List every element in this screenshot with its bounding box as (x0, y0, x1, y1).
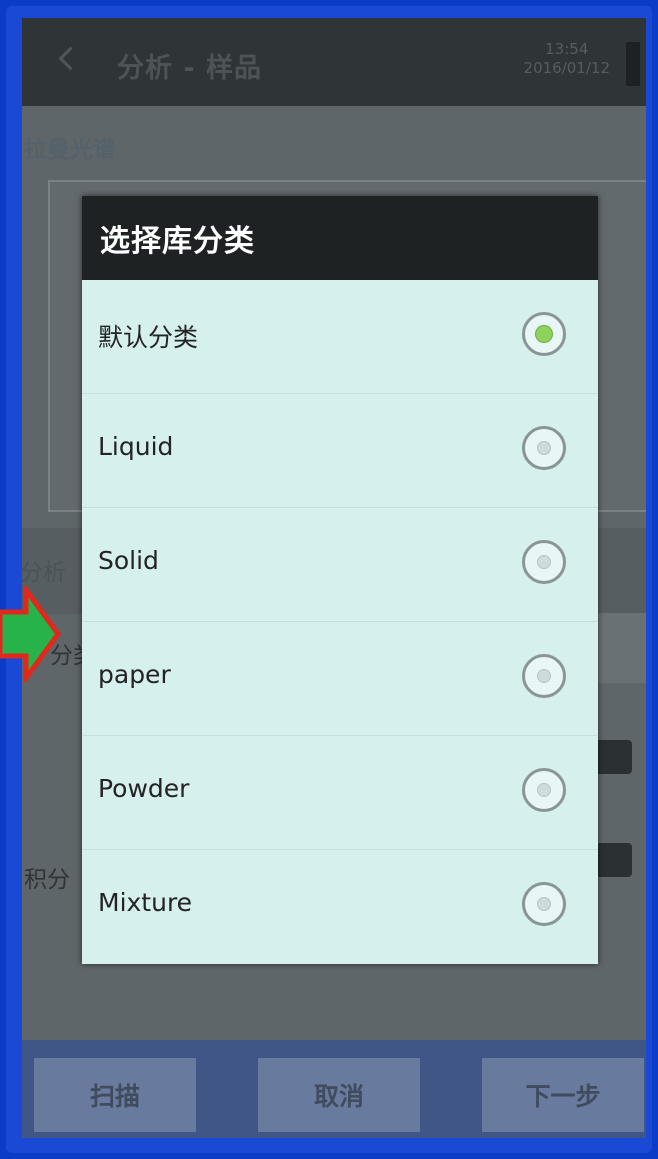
option-label: 默认分类 (98, 323, 199, 352)
radio-dot (537, 441, 551, 455)
radio-dot (537, 555, 551, 569)
option-paper[interactable]: paper (82, 622, 598, 736)
option-label: Solid (98, 546, 159, 575)
option-default[interactable]: 默认分类 (82, 280, 598, 394)
clock: 13:54 2016/01/12 (524, 40, 610, 78)
radio-icon[interactable] (522, 882, 566, 926)
scan-button[interactable]: 扫描 (34, 1058, 196, 1132)
radio-dot (535, 325, 553, 343)
integral-label: 积分 (24, 867, 70, 893)
option-liquid[interactable]: Liquid (82, 394, 598, 508)
bottom-action-bar: 扫描 取消 下一步 (22, 1040, 646, 1138)
option-label: Liquid (98, 432, 174, 461)
option-mixture[interactable]: Mixture (82, 850, 598, 964)
page-title: 分析 - 样品 (117, 53, 263, 84)
analysis-label: 分析 (22, 560, 66, 586)
pointer-arrow-icon (0, 586, 62, 682)
radio-dot (537, 897, 551, 911)
section-title: 拉曼光谱 (24, 137, 116, 163)
radio-icon[interactable] (522, 540, 566, 584)
option-label: Mixture (98, 888, 193, 917)
dialog-title: 选择库分类 (82, 196, 598, 280)
radio-dot (537, 669, 551, 683)
cancel-button[interactable]: 取消 (258, 1058, 420, 1132)
back-chevron-icon[interactable] (58, 46, 83, 71)
option-label: Powder (98, 774, 190, 803)
option-powder[interactable]: Powder (82, 736, 598, 850)
radio-icon[interactable] (522, 426, 566, 470)
clock-time: 13:54 (545, 40, 589, 58)
integral-toggle[interactable] (592, 843, 632, 877)
option-solid[interactable]: Solid (82, 508, 598, 622)
radio-icon[interactable] (522, 768, 566, 812)
option-label: paper (98, 660, 171, 689)
select-library-category-dialog: 选择库分类 默认分类 Liquid Solid paper Powder Mix… (82, 196, 598, 964)
next-step-button[interactable]: 下一步 (482, 1058, 644, 1132)
radio-selected-icon[interactable] (522, 312, 566, 356)
app-top-bar: 分析 - 样品 13:54 2016/01/12 (22, 18, 646, 106)
category-option-list: 默认分类 Liquid Solid paper Powder Mixture (82, 280, 598, 964)
radio-dot (537, 783, 551, 797)
pointer-arrow-shape (0, 586, 62, 682)
clock-date: 2016/01/12 (523, 59, 610, 77)
radio-icon[interactable] (522, 654, 566, 698)
battery-icon (626, 42, 640, 86)
option-toggle[interactable] (592, 740, 632, 774)
